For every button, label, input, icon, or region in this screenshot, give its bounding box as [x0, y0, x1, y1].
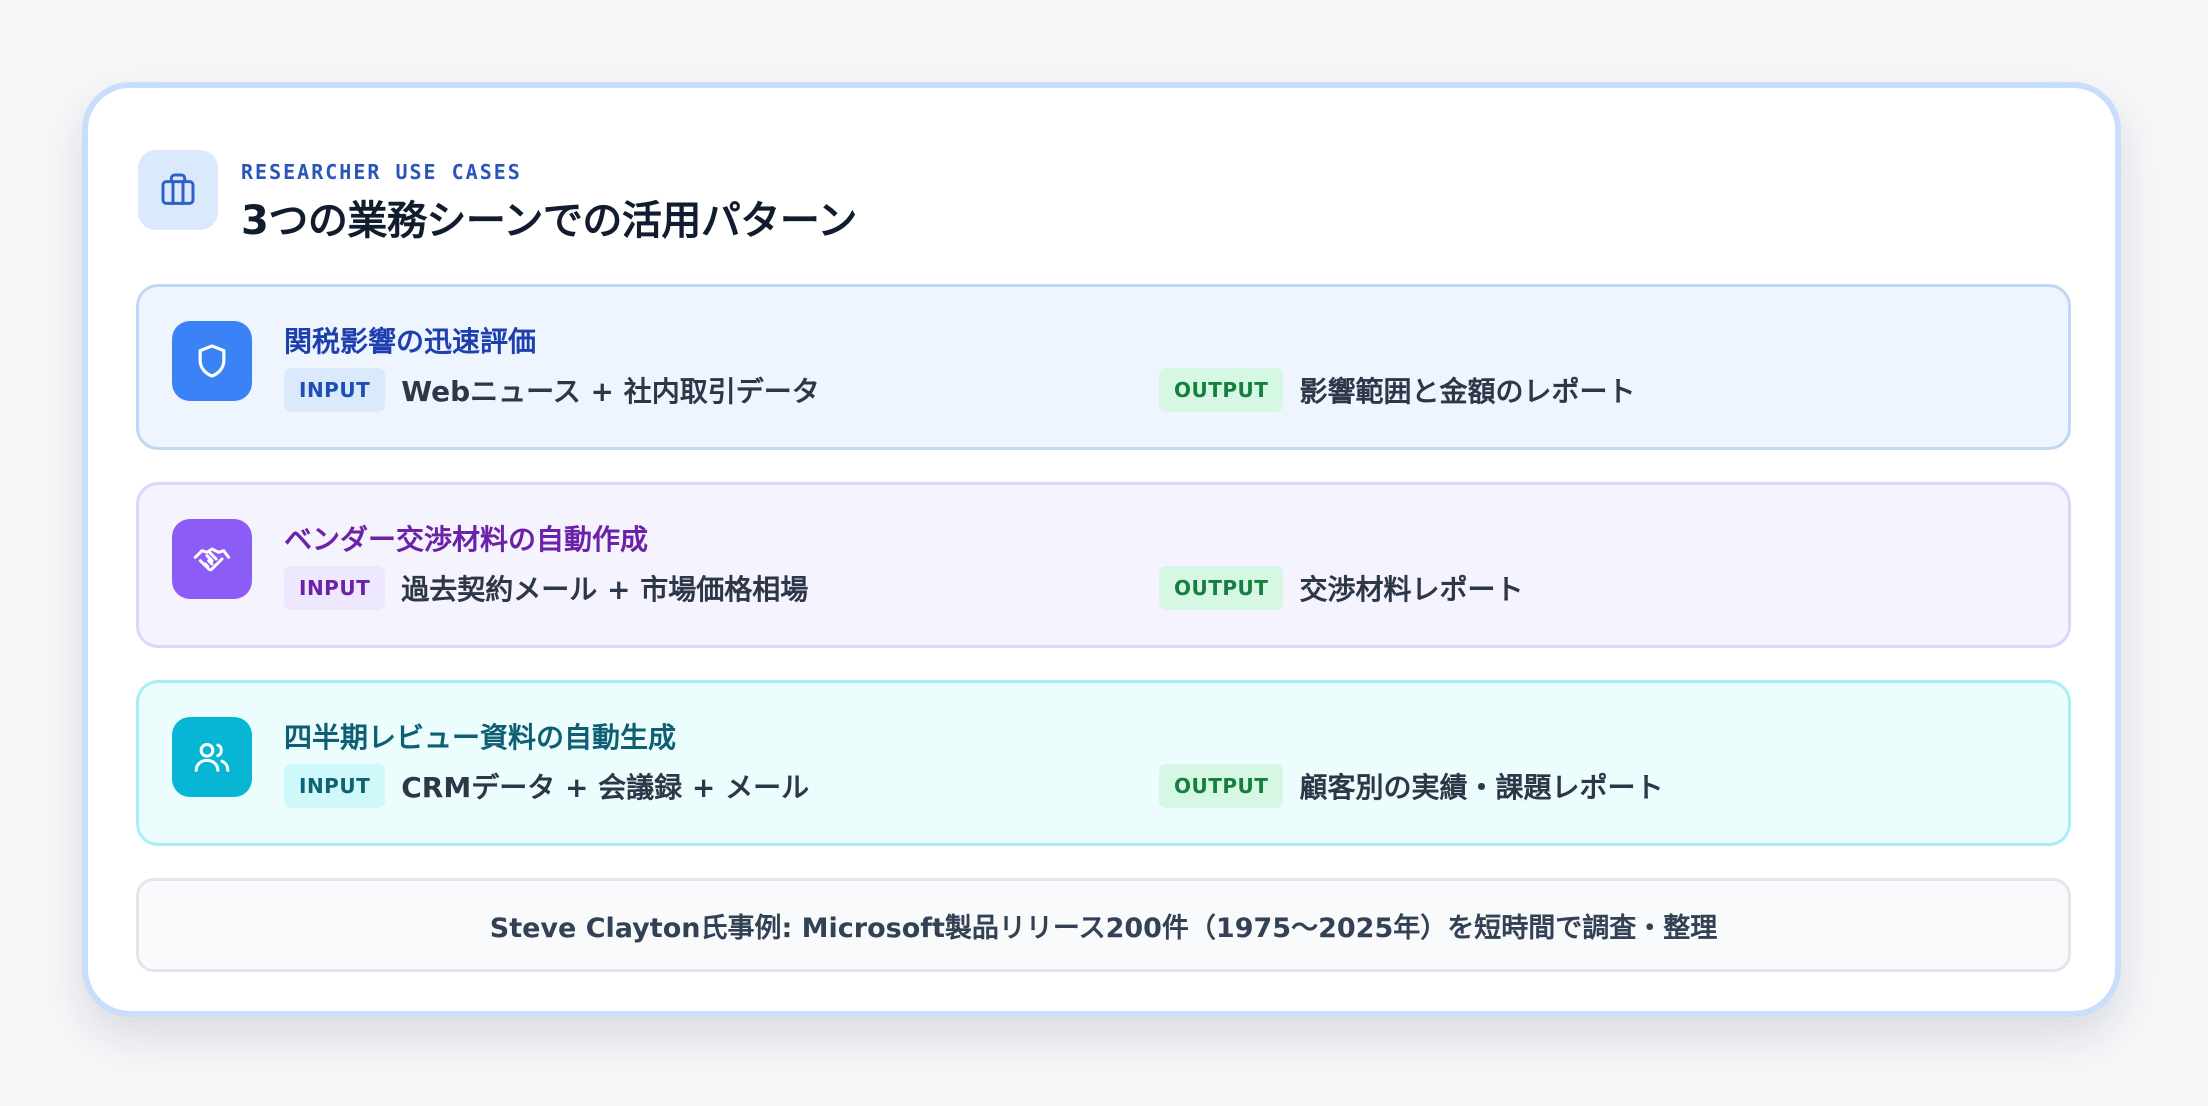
input-text: 過去契約メール + 市場価格相場 [401, 573, 809, 606]
output-row: OUTPUT 影響範囲と金額のレポート [1159, 367, 1635, 413]
use-case-title: 関税影響の迅速評価 [284, 325, 537, 358]
use-case-vendor: ベンダー交渉材料の自動作成 INPUT 過去契約メール + 市場価格相場 OUT… [136, 482, 2071, 648]
use-case-title: ベンダー交渉材料の自動作成 [284, 523, 649, 556]
output-text: 交渉材料レポート [1299, 573, 1524, 606]
input-row: INPUT 過去契約メール + 市場価格相場 [284, 565, 808, 611]
output-row: OUTPUT 顧客別の実績・課題レポート [1159, 763, 1663, 809]
output-badge: OUTPUT [1159, 368, 1284, 412]
input-text: CRMデータ + 会議録 + メール [401, 771, 810, 804]
input-text: Webニュース + 社内取引データ [401, 375, 820, 408]
use-case-tariff: 関税影響の迅速評価 INPUT Webニュース + 社内取引データ OUTPUT… [136, 284, 2071, 450]
card-header: RESEARCHER USE CASES 3つの業務シーンでの活用パターン [138, 150, 1538, 244]
input-badge: INPUT [284, 764, 386, 808]
output-row: OUTPUT 交渉材料レポート [1159, 565, 1523, 611]
input-badge: INPUT [284, 368, 386, 412]
input-badge: INPUT [284, 566, 386, 610]
output-badge: OUTPUT [1159, 764, 1284, 808]
case-study-footer: Steve Clayton氏事例: Microsoft製品リリース200件（19… [136, 878, 2071, 972]
shield-icon [172, 321, 252, 401]
handshake-icon [172, 519, 252, 599]
page-title: 3つの業務シーンでの活用パターン [241, 198, 857, 244]
output-text: 影響範囲と金額のレポート [1299, 375, 1636, 408]
use-cases-card: RESEARCHER USE CASES 3つの業務シーンでの活用パターン 関税… [82, 82, 2121, 1017]
briefcase-icon [138, 150, 218, 230]
use-case-quarterly-review: 四半期レビュー資料の自動生成 INPUT CRMデータ + 会議録 + メール … [136, 680, 2071, 846]
input-row: INPUT Webニュース + 社内取引データ [284, 367, 820, 413]
input-row: INPUT CRMデータ + 会議録 + メール [284, 763, 809, 809]
output-badge: OUTPUT [1159, 566, 1284, 610]
section-eyebrow: RESEARCHER USE CASES [241, 160, 522, 184]
output-text: 顧客別の実績・課題レポート [1299, 771, 1664, 804]
users-icon [172, 717, 252, 797]
use-case-title: 四半期レビュー資料の自動生成 [284, 721, 677, 754]
